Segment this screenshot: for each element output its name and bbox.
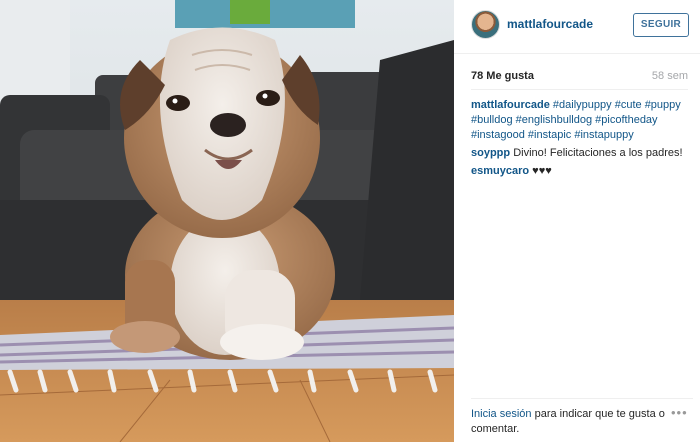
comment-author[interactable]: soyppp xyxy=(471,147,510,159)
comment: esmuycaro ♥♥♥ xyxy=(471,164,693,179)
likes-count[interactable]: 78 Me gusta xyxy=(471,70,534,82)
username-link[interactable]: mattlafourcade xyxy=(507,17,593,31)
post-stats: 78 Me gusta 58 sem xyxy=(471,62,688,90)
avatar[interactable] xyxy=(471,10,500,39)
comment-author[interactable]: esmuycaro xyxy=(471,165,529,177)
hashtag[interactable]: #instapic xyxy=(528,129,571,141)
post-photo[interactable] xyxy=(0,0,454,442)
comment-text: Divino! Felicitaciones a los padres! xyxy=(513,147,683,159)
caption: mattlafourcade #dailypuppy #cute #puppy … xyxy=(471,98,693,143)
comment-text: ♥♥♥ xyxy=(532,165,552,177)
hashtag[interactable]: #englishbulldog xyxy=(516,114,592,126)
post-header: mattlafourcade SEGUIR xyxy=(454,0,700,54)
hashtag[interactable]: #picoftheday xyxy=(595,114,657,126)
hashtag[interactable]: #instagood xyxy=(471,129,525,141)
bulldog-puppy-image xyxy=(0,0,454,442)
login-link[interactable]: Inicia sesión xyxy=(471,408,532,420)
post-details-panel: mattlafourcade SEGUIR 78 Me gusta 58 sem… xyxy=(454,0,700,442)
hashtag[interactable]: #puppy xyxy=(645,99,681,111)
hashtag[interactable]: #cute xyxy=(615,99,642,111)
more-options-icon[interactable]: ••• xyxy=(671,406,689,419)
post-timestamp[interactable]: 58 sem xyxy=(652,70,688,82)
hashtag[interactable]: #bulldog xyxy=(471,114,513,126)
comment: soyppp Divino! Felicitaciones a los padr… xyxy=(471,146,693,161)
caption-author[interactable]: mattlafourcade xyxy=(471,99,550,111)
hashtag[interactable]: #dailypuppy xyxy=(553,99,612,111)
follow-button[interactable]: SEGUIR xyxy=(633,13,689,37)
login-prompt: Inicia sesión para indicar que te gusta … xyxy=(471,398,693,437)
hashtag[interactable]: #instapuppy xyxy=(574,129,633,141)
comments-list: mattlafourcade #dailypuppy #cute #puppy … xyxy=(471,98,693,182)
